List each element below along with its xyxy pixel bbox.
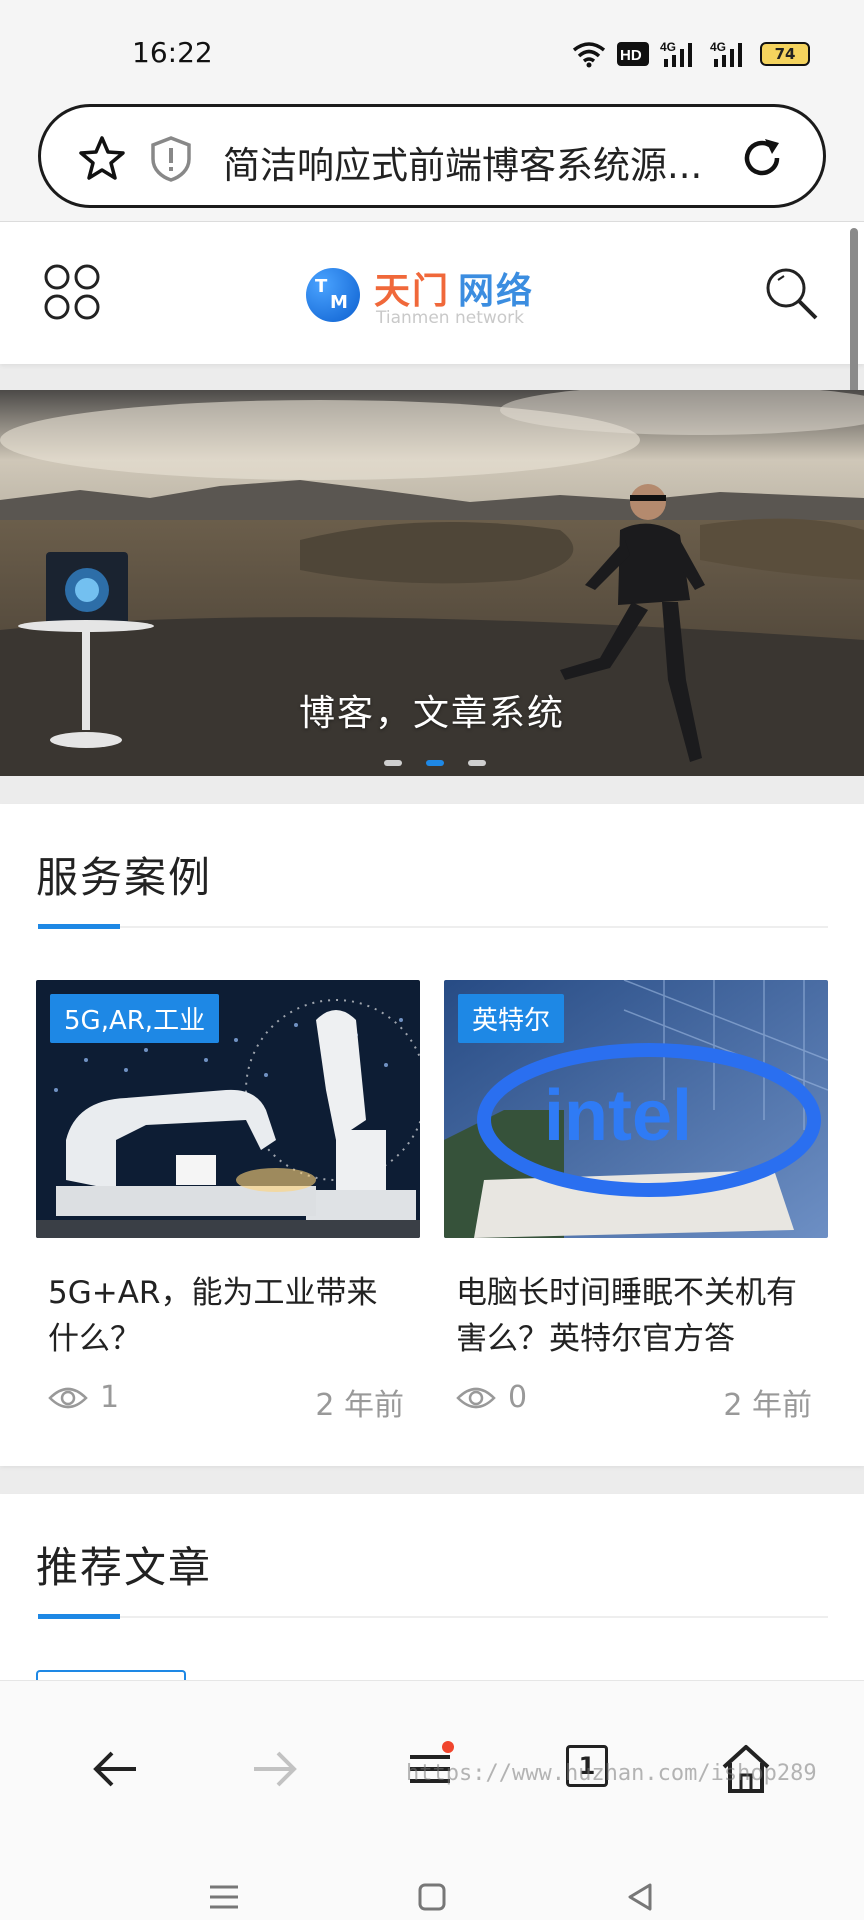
wifi-icon: [572, 42, 606, 68]
net-label-2: 4G: [710, 40, 726, 54]
post-title[interactable]: 5G+AR，能为工业带来什么？: [48, 1270, 408, 1362]
post-card[interactable]: intel 英特尔 电脑长时间睡眠不关机有害么？英特尔官方答 0 2 年前: [444, 980, 828, 1423]
section-divider: [38, 1614, 828, 1619]
signal-icon-1: 4G: [660, 40, 692, 67]
system-home-icon[interactable]: [412, 1877, 452, 1917]
browser-toolbar: 1 https://www.huzhan.com/ishop289: [0, 1680, 864, 1920]
logo-text: 天门 网络: [374, 262, 534, 314]
hd-label: HD: [620, 47, 642, 64]
logo-name-2: 网络: [458, 271, 535, 312]
notification-dot: [442, 1741, 454, 1753]
post-thumbnail[interactable]: 5G,AR,工业: [36, 980, 420, 1238]
logo-name-1: 天门: [374, 271, 451, 312]
forward-arrow-icon[interactable]: [242, 1737, 306, 1801]
carousel-dots: [384, 760, 486, 766]
section-divider: [38, 924, 828, 929]
post-title[interactable]: 电脑长时间睡眠不关机有害么？英特尔官方答: [456, 1270, 816, 1362]
reload-icon[interactable]: [737, 133, 787, 183]
status-time: 16:22: [132, 36, 213, 69]
eye-icon: [456, 1387, 496, 1409]
browser-address-area: 简洁响应式前端博客系统源...: [0, 100, 864, 222]
post-card[interactable]: 5G,AR,工业 5G+AR，能为工业带来什么？ 1 2 年前: [36, 980, 420, 1423]
watermark-text: https://www.huzhan.com/ishop289: [406, 1761, 817, 1786]
hd-icon: HD: [617, 42, 649, 66]
post-time: 2 年前: [723, 1388, 812, 1423]
recommended-item-preview[interactable]: [36, 1670, 186, 1680]
section-title-services: 服务案例: [36, 853, 213, 902]
section-divider-accent: [38, 1614, 120, 1619]
post-meta: 0 2 年前: [456, 1380, 812, 1423]
hero-banner[interactable]: 博客，文章系统: [0, 390, 864, 776]
back-arrow-icon[interactable]: [84, 1737, 148, 1801]
site-logo[interactable]: T M 天门 网络 Tianmen network: [306, 262, 546, 334]
system-menu-icon[interactable]: [204, 1877, 244, 1917]
carousel-dot-2[interactable]: [426, 760, 444, 766]
site-header: T M 天门 网络 Tianmen network: [0, 222, 864, 364]
battery-indicator: 74: [760, 42, 810, 66]
logo-subtitle: Tianmen network: [376, 308, 525, 328]
post-tag[interactable]: 英特尔: [458, 994, 565, 1043]
view-count: 1: [100, 1380, 120, 1415]
search-icon[interactable]: [764, 266, 820, 322]
address-bar[interactable]: 简洁响应式前端博客系统源...: [38, 104, 826, 208]
logo-mark-letter-1: T: [315, 276, 328, 297]
post-time: 2 年前: [315, 1388, 404, 1423]
shield-icon[interactable]: [149, 135, 193, 183]
services-section: 服务案例 5G,AR,工业 5G+AR，能为工业带来什么？ 1 2 年前 int…: [0, 804, 864, 1466]
status-bar: 16:22 HD 4G 4G 74: [0, 0, 864, 100]
net-label-1: 4G: [660, 40, 676, 54]
logo-mark: T M: [306, 268, 360, 322]
url-text[interactable]: 简洁响应式前端博客系统源...: [223, 135, 753, 189]
recommended-section: 推荐文章: [0, 1494, 864, 1680]
view-count: 0: [508, 1380, 528, 1415]
carousel-dot-1[interactable]: [384, 760, 402, 766]
bookmark-star-icon[interactable]: [77, 133, 127, 183]
post-thumbnail[interactable]: intel 英特尔: [444, 980, 828, 1238]
logo-mark-letter-2: M: [330, 292, 348, 313]
banner-caption: 博客，文章系统: [298, 693, 565, 734]
intel-sign-text: intel: [544, 1076, 692, 1156]
eye-icon: [48, 1387, 88, 1409]
section-title-recommended: 推荐文章: [36, 1543, 213, 1592]
signal-icon-2: 4G: [710, 40, 742, 67]
system-back-icon[interactable]: [620, 1877, 660, 1917]
post-tag[interactable]: 5G,AR,工业: [50, 994, 220, 1043]
status-icons: HD 4G 4G 74: [572, 38, 810, 70]
post-meta: 1 2 年前: [48, 1380, 404, 1423]
carousel-dot-3[interactable]: [468, 760, 486, 766]
section-divider-accent: [38, 924, 120, 929]
menu-grid-icon[interactable]: [44, 264, 100, 320]
